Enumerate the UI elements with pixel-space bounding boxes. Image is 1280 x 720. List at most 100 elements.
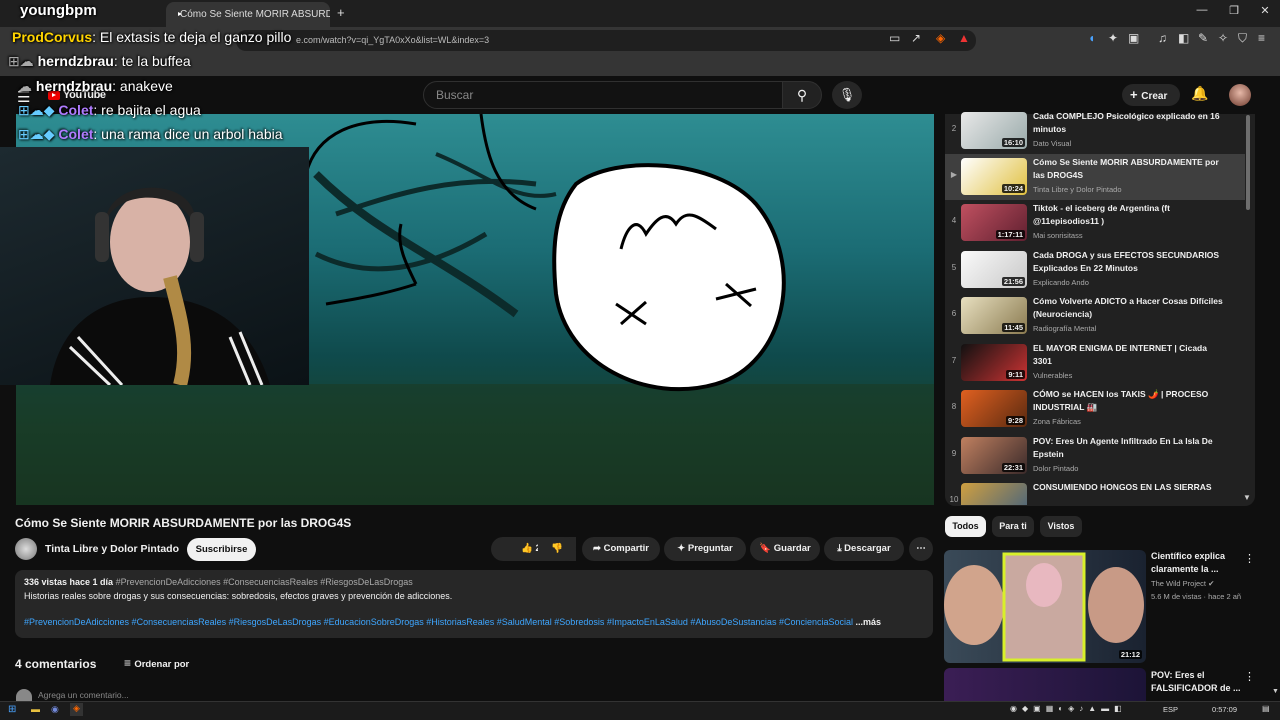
search-button[interactable]: ⚲ <box>782 81 822 109</box>
video-title: Cómo Se Siente MORIR ABSURDAMENTE por la… <box>15 516 352 530</box>
playlist-item[interactable]: 10 CONSUMIENDO HONGOS EN LAS SIERRAS <box>945 481 1245 505</box>
views-date: 336 vistas hace 1 día <box>24 577 114 587</box>
show-more-link[interactable]: ...más <box>856 617 882 627</box>
rewards-icon[interactable]: ▲ <box>958 31 970 45</box>
playlist-thumbnail: 9:11 <box>961 344 1027 381</box>
webcam-overlay <box>0 147 309 385</box>
bookmarks-bar <box>0 53 1280 76</box>
channel-name[interactable]: Tinta Libre y Dolor Pintado <box>45 543 179 555</box>
hashtag-links[interactable]: #PrevencionDeAdicciones #ConsecuenciasRe… <box>24 617 853 627</box>
save-button[interactable]: 🔖 Guardar <box>750 537 820 561</box>
chip-vistos[interactable]: Vistos <box>1040 516 1082 537</box>
page-scroll-down-icon[interactable]: ▼ <box>1272 688 1279 695</box>
maximize-icon[interactable]: ❐ <box>1219 4 1249 17</box>
playlist-channel: Zona Fábricas <box>1033 417 1081 426</box>
playlist-channel: Dato Visual <box>1033 139 1072 148</box>
subscribe-button[interactable]: Suscribirse <box>187 538 256 561</box>
search-input[interactable]: Buscar <box>423 81 783 109</box>
playlist-thumbnail: 16:10 <box>961 112 1027 149</box>
discord-icon[interactable]: ◉ <box>51 704 59 715</box>
explorer-icon[interactable]: ▬ <box>31 704 40 714</box>
recommended-title[interactable]: POV: Eres el FALSIFICADOR de ... <box>1151 669 1243 695</box>
playlist-title: Tiktok - el iceberg de Argentina (ft @11… <box>1033 203 1170 226</box>
chip-todos[interactable]: Todos <box>945 516 986 537</box>
playlist-item[interactable]: 2 16:10 Cada COMPLEJO Psicológico explic… <box>945 110 1245 154</box>
extensions-icon[interactable]: ✦ <box>1108 31 1118 45</box>
share-button[interactable]: ➦ Compartir <box>582 537 660 561</box>
video-duration: 21:56 <box>1001 277 1025 286</box>
kebab-menu-icon[interactable]: ⋮ <box>1244 670 1255 683</box>
sort-comments-button[interactable]: ≡ Ordenar por <box>124 656 189 670</box>
playlist-item[interactable]: 5 21:56 Cada DROGA y sus EFECTOS SECUNDA… <box>945 249 1245 293</box>
brave-shield-icon[interactable]: ◈ <box>936 31 945 45</box>
chip-para-ti[interactable]: Para ti <box>992 516 1034 537</box>
verified-icon: ✔ <box>1208 579 1215 588</box>
sort-icon: ≡ <box>124 656 135 670</box>
kebab-menu-icon[interactable]: ⋮ <box>1244 552 1255 565</box>
share-icon[interactable]: ↗ <box>911 31 921 45</box>
save-label: Guardar <box>773 543 811 554</box>
taskbar-clock[interactable]: 0:57:09 <box>1212 705 1237 714</box>
video-duration: 10:24 <box>1001 184 1025 193</box>
recommended-thumbnail[interactable] <box>944 668 1146 704</box>
channel-avatar[interactable] <box>15 538 37 560</box>
description-hashtags: #PrevencionDeAdicciones #ConsecuenciasRe… <box>24 617 881 627</box>
close-window-icon[interactable]: ✕ <box>1250 4 1280 17</box>
notifications-bell-icon[interactable]: 🔔 <box>1191 85 1208 102</box>
cast-icon[interactable]: ▭ <box>889 31 900 45</box>
leo-icon[interactable]: ✧ <box>1218 31 1228 45</box>
extension-audio-icon[interactable]: ◖ <box>1088 31 1095 45</box>
playlist-title: EL MAYOR ENIGMA DE INTERNET | Cicada 330… <box>1033 343 1207 366</box>
create-label: Crear <box>1141 91 1168 102</box>
chat-line: youngbpm <box>20 2 97 19</box>
chat-username: youngbpm <box>20 2 97 19</box>
playlist-item[interactable]: 8 9:28 CÓMO se HACEN los TAKIS 🌶️ | PROC… <box>945 388 1245 432</box>
video-duration: 21:12 <box>1118 650 1142 659</box>
playlist-scrollbar[interactable] <box>1246 115 1250 210</box>
recommended-title[interactable]: Científico explica claramente la ... <box>1151 550 1243 576</box>
brave-taskbar-icon[interactable]: ◈ <box>70 703 83 716</box>
playlist-item[interactable]: 9 22:31 POV: Eres Un Agente Infiltrado E… <box>945 435 1245 479</box>
start-icon[interactable]: ⊞ <box>8 704 16 715</box>
dislike-button[interactable]: 👎 <box>538 537 576 561</box>
playlist-title: CONSUMIENDO HONGOS EN LAS SIERRAS <box>1033 482 1212 492</box>
playlist-item-current[interactable]: ▶ 10:24 Cómo Se Siente MORIR ABSURDAMENT… <box>945 156 1245 200</box>
wallet-icon[interactable]: ✎ <box>1198 31 1208 45</box>
more-actions-button[interactable]: ⋯ <box>909 537 933 561</box>
user-avatar[interactable] <box>1229 84 1251 106</box>
voice-search-button[interactable]: 🎙 <box>832 81 862 109</box>
scroll-down-icon[interactable]: ▼ <box>1243 493 1251 502</box>
new-tab-button[interactable]: + <box>337 5 345 20</box>
description-tags[interactable]: #PrevencionDeAdicciones #ConsecuenciasRe… <box>116 577 413 587</box>
url-field[interactable]: e.com/watch?v=qi_YgTA0xXo&list=WL&index=… <box>236 30 976 51</box>
ask-button[interactable]: ✦ Preguntar <box>664 537 746 561</box>
chat-message: El extasis te deja el ganzo pillo <box>99 29 292 45</box>
video-duration: 9:28 <box>1005 416 1025 425</box>
playlist-thumbnail: 21:56 <box>961 251 1027 288</box>
playlist-item[interactable]: 7 9:11 EL MAYOR ENIGMA DE INTERNET | Cic… <box>945 342 1245 386</box>
vpn-icon[interactable]: ⛉ <box>1238 31 1247 46</box>
playlist-title: Cómo Se Siente MORIR ABSURDAMENTE por la… <box>1033 157 1219 180</box>
chat-username: ProdCorvus <box>12 29 93 45</box>
notification-center-icon[interactable]: ▤ <box>1262 704 1270 713</box>
playlist-item[interactable]: 6 11:45 Cómo Volverte ADICTO a Hacer Cos… <box>945 295 1245 339</box>
system-tray-icons[interactable]: ◉◆▣▦◐◈♪▲▬◧ <box>1010 704 1127 713</box>
thumbnail-art <box>944 552 1144 662</box>
description-meta: 336 vistas hace 1 día #PrevencionDeAdicc… <box>24 577 413 587</box>
sidebar-icon[interactable]: ◧ <box>1178 31 1189 45</box>
search-icon: ⚲ <box>796 87 808 103</box>
playlist-thumbnail: 1:17:11 <box>961 204 1027 241</box>
language-indicator[interactable]: ESP <box>1163 705 1178 714</box>
recommended-thumbnail[interactable]: 21:12 <box>944 550 1146 663</box>
playlist-item[interactable]: 4 1:17:11 Tiktok - el iceberg de Argenti… <box>945 202 1245 246</box>
create-button[interactable]: + Crear <box>1122 84 1180 106</box>
media-icon[interactable]: ♫ <box>1158 31 1167 45</box>
screenshot-icon[interactable]: ▣ <box>1128 31 1139 45</box>
menu-icon[interactable]: ≡ <box>1258 31 1265 45</box>
thumbs-down-icon: 👎 <box>551 543 563 554</box>
minimize-icon[interactable]: — <box>1187 4 1217 16</box>
add-comment-input[interactable]: Agrega un comentario... <box>38 690 129 700</box>
playlist-thumbnail: 22:31 <box>961 437 1027 474</box>
tab-active[interactable]: Cómo Se Siente MORIR ABSURD ✕ <box>166 2 330 27</box>
download-button[interactable]: ⤓ Descargar <box>824 537 904 561</box>
